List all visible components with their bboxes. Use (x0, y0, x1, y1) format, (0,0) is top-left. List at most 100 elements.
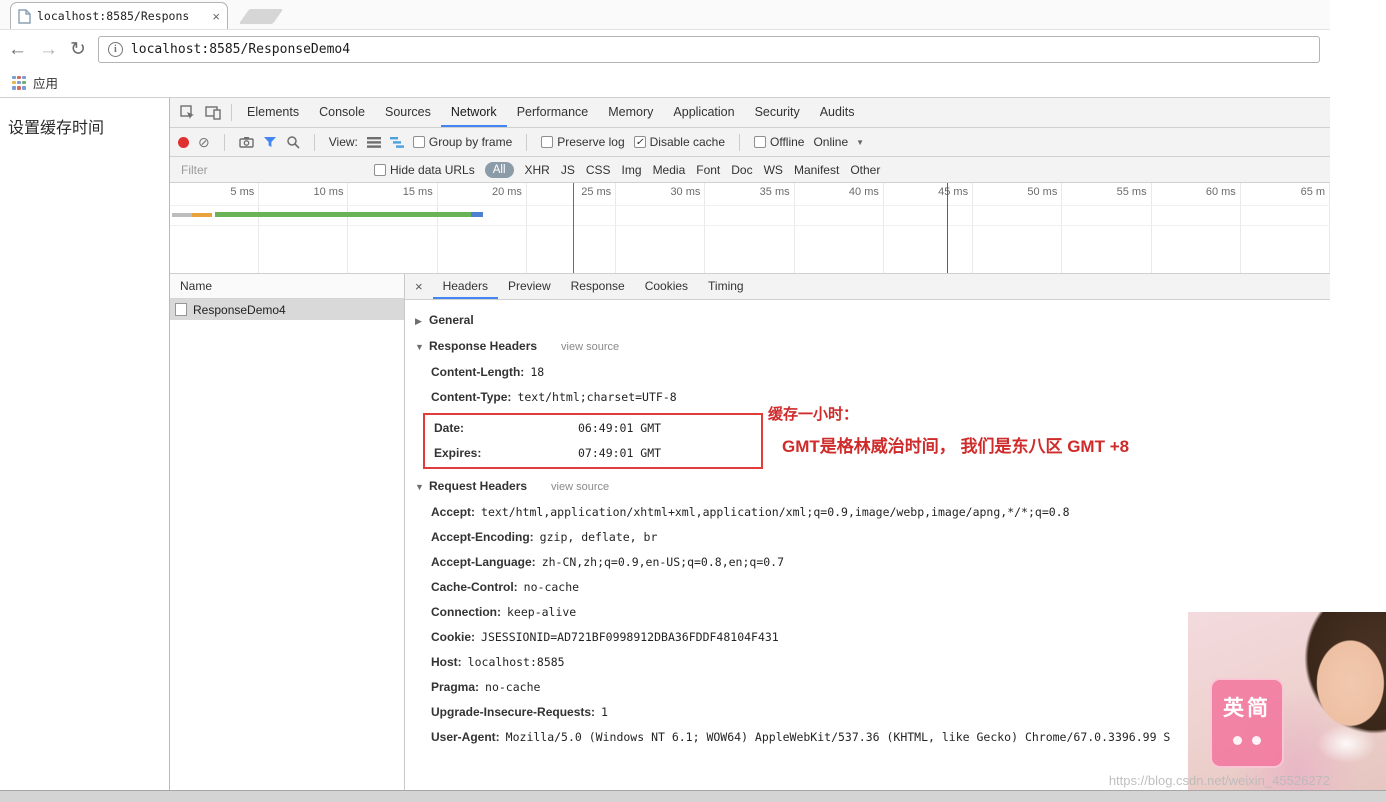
view-list-icon[interactable] (366, 136, 381, 148)
inspect-element-icon[interactable] (174, 100, 200, 126)
apps-grid-icon[interactable] (12, 75, 26, 90)
devtools-panel: Elements Console Sources Network Perform… (170, 98, 1331, 790)
devtools-tab-sources[interactable]: Sources (375, 98, 441, 127)
name-column-header[interactable]: Name (170, 274, 404, 299)
response-headers-section-toggle[interactable]: ▼ Response Headers view source (405, 334, 1330, 360)
throttling-dropdown[interactable]: Online ▼ (813, 135, 864, 149)
main-area: 设置缓存时间 Elements Console Sources Network … (0, 98, 1331, 790)
close-icon[interactable]: × (405, 279, 433, 294)
detail-tab-timing[interactable]: Timing (698, 274, 754, 299)
filter-funnel-icon[interactable] (263, 136, 277, 148)
devtools-tab-elements[interactable]: Elements (237, 98, 309, 127)
devtools-tab-console[interactable]: Console (309, 98, 375, 127)
waterfall-bar (172, 213, 192, 217)
devtools-tab-memory[interactable]: Memory (598, 98, 663, 127)
header-row: Accept: text/html,application/xhtml+xml,a… (431, 505, 1070, 519)
offline-checkbox[interactable]: Offline (754, 135, 804, 149)
url-text[interactable]: localhost:8585/ResponseDemo4 (131, 42, 350, 57)
devtools-tab-application[interactable]: Application (663, 98, 744, 127)
promo-badge: 英简 (1210, 678, 1284, 768)
checkbox-unchecked[interactable] (412, 136, 425, 148)
device-toolbar-icon[interactable] (200, 100, 226, 126)
clear-button[interactable]: ⊘ (198, 135, 210, 149)
search-icon[interactable] (286, 135, 300, 149)
devtools-tab-security[interactable]: Security (745, 98, 810, 127)
devtools-tab-performance[interactable]: Performance (507, 98, 599, 127)
network-split: Name ResponseDemo4 × Headers Preview Res… (170, 274, 1330, 790)
watermark-url: https://blog.csdn.net/weixin_45526272 (1108, 773, 1330, 788)
detail-tab-headers[interactable]: Headers (432, 274, 498, 299)
bookmarks-apps-label[interactable]: 应用 (33, 73, 58, 92)
omnibox[interactable]: i localhost:8585/ResponseDemo4 (97, 35, 1320, 63)
filter-type-doc[interactable]: Doc (731, 163, 752, 177)
preserve-log-checkbox[interactable]: Preserve log (541, 135, 625, 149)
separator (526, 133, 528, 151)
view-source-link[interactable]: view source (561, 341, 619, 353)
forward-button[interactable]: → (39, 40, 58, 59)
detail-tab-cookies[interactable]: Cookies (635, 274, 698, 299)
separator (739, 133, 740, 151)
filter-type-css[interactable]: CSS (586, 163, 611, 177)
network-filter-bar: Hide data URLs All XHR JS CSS Img Media … (170, 157, 1330, 183)
chevron-right-icon: ▶ (415, 316, 422, 326)
view-waterfall-icon[interactable] (389, 136, 404, 148)
header-row: Cache-Control: no-cache (431, 580, 580, 594)
checkbox-unchecked[interactable] (754, 136, 766, 148)
filter-type-media[interactable]: Media (653, 163, 686, 177)
page-heading: 设置缓存时间 (8, 120, 105, 137)
document-resource-icon (175, 303, 187, 316)
separator (313, 133, 315, 151)
cache-annotation: 缓存一小时： GMT是格林威治时间， 我们是东八区 GMT +8 (768, 406, 1130, 456)
filter-type-ws[interactable]: WS (764, 163, 783, 177)
view-label: View: (328, 135, 358, 149)
view-source-link[interactable]: view source (551, 481, 609, 493)
filter-type-js[interactable]: JS (561, 163, 575, 177)
filter-type-img[interactable]: Img (622, 163, 642, 177)
devtools-tab-bar: Elements Console Sources Network Perform… (170, 98, 1330, 128)
tab-close-icon[interactable]: × (212, 10, 220, 23)
checkbox-unchecked[interactable] (541, 136, 554, 148)
annotation-red-box: Date: 06:49:01 GMT Expires: 07:49:01 GMT (423, 413, 763, 469)
capture-screenshots-icon[interactable] (239, 136, 254, 148)
separator (223, 133, 225, 151)
browser-tab-bar: localhost:8585/Respons × (0, 0, 1330, 30)
network-filter-input[interactable] (179, 161, 364, 178)
header-row: Content-Length: 18 (431, 365, 545, 379)
back-button[interactable]: ← (8, 40, 27, 59)
promo-badge-text: 英简 (1223, 697, 1271, 720)
separator (231, 104, 232, 121)
devtools-tab-network[interactable]: Network (440, 98, 507, 127)
request-headers-section-toggle[interactable]: ▼ Request Headers view source (405, 474, 1330, 500)
devtools-tab-audits[interactable]: Audits (810, 98, 865, 127)
filter-type-font[interactable]: Font (696, 163, 720, 177)
filter-type-manifest[interactable]: Manifest (794, 163, 839, 177)
reload-button[interactable]: ↻ (70, 40, 86, 59)
detail-tab-preview[interactable]: Preview (498, 274, 561, 299)
waterfall-bar (215, 212, 471, 217)
chevron-down-icon: ▼ (415, 342, 424, 352)
new-tab-button[interactable] (238, 9, 284, 24)
disable-cache-checkbox[interactable]: ✓ Disable cache (633, 135, 725, 149)
network-toolbar: ⊘ View: Group by frame Preserve log ✓ Di… (170, 128, 1330, 157)
timeline-row-divider (170, 205, 1330, 206)
group-by-frame-checkbox[interactable]: Group by frame (412, 135, 512, 149)
detail-tab-response[interactable]: Response (561, 274, 635, 299)
hide-data-urls-checkbox[interactable]: Hide data URLs (374, 163, 475, 177)
info-icon[interactable]: i (107, 41, 123, 57)
filter-type-other[interactable]: Other (850, 163, 880, 177)
detail-tab-bar: × Headers Preview Response Cookies Timin… (405, 274, 1330, 300)
window-bottom-edge (0, 790, 1386, 802)
tab-title: localhost:8585/Respons (37, 9, 190, 23)
network-overview-timeline[interactable]: 5 ms 10 ms 15 ms 20 ms 25 ms 30 ms 35 ms… (170, 183, 1331, 274)
checkbox-unchecked[interactable] (374, 163, 386, 176)
checkbox-checked[interactable]: ✓ (633, 136, 646, 148)
general-section-toggle[interactable]: ▶ General (405, 308, 1330, 334)
filter-type-xhr[interactable]: XHR (525, 163, 550, 177)
waterfall-bar (192, 213, 212, 217)
record-button[interactable] (178, 136, 189, 148)
timeline-row-divider (170, 225, 1330, 226)
request-row[interactable]: ResponseDemo4 (170, 299, 404, 320)
filter-type-all[interactable]: All (484, 161, 514, 178)
browser-tab[interactable]: localhost:8585/Respons × (10, 2, 228, 29)
browser-window: localhost:8585/Respons × ← → ↻ i localho… (0, 0, 1331, 790)
